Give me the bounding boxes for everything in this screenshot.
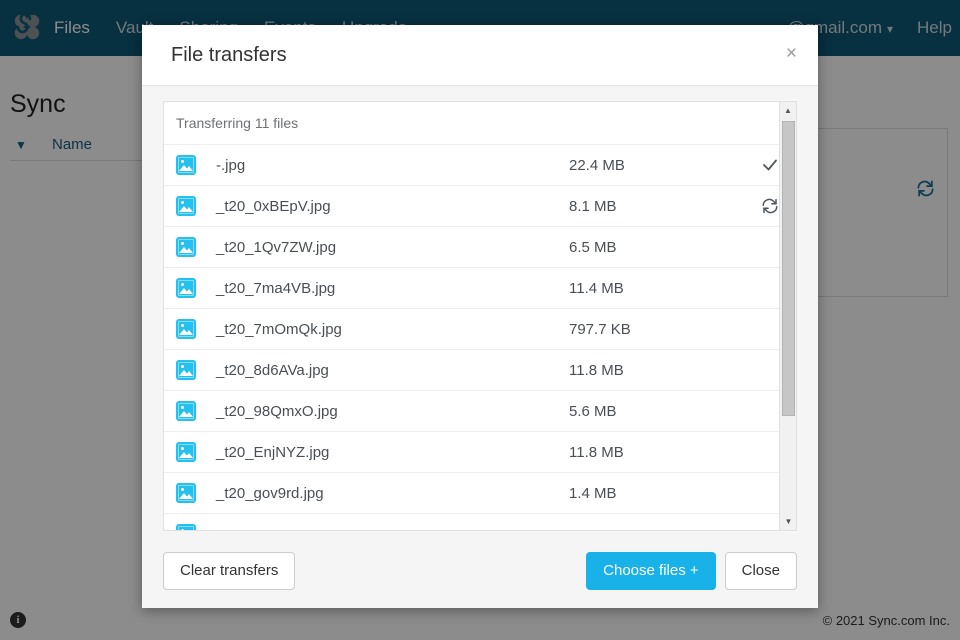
transfer-list: Transferring 11 files -.jpg22.4 MB_t20_0…: [163, 101, 797, 531]
list-scrollbar[interactable]: ▲ ▼: [779, 102, 796, 530]
transfer-file-size: 797.7 KB: [569, 321, 744, 338]
footer-button-group: Choose files + Close: [586, 552, 797, 590]
transfer-file-size: 11.4 MB: [569, 280, 744, 297]
transfer-row[interactable]: -.jpg22.4 MB: [164, 145, 796, 186]
transfer-file-size: 5.6 MB: [569, 403, 744, 420]
image-file-icon: [176, 278, 196, 298]
transfer-row[interactable]: _t20_7mOmQk.jpg797.7 KB: [164, 309, 796, 350]
transfer-file-size: 8.1 MB: [569, 198, 744, 215]
transfer-file-size: 11.8 MB: [569, 362, 744, 379]
file-transfers-modal: File transfers × Transferring 11 files -…: [142, 25, 818, 608]
transfer-file-size: 1.4 MB: [569, 485, 744, 502]
image-file-icon: [176, 237, 196, 257]
transfer-file-name: _t20_1Qv7ZW.jpg: [196, 239, 569, 256]
app-root: Files Vault Sharing Events Upgrade ...@g…: [0, 0, 960, 640]
image-file-icon: [176, 401, 196, 421]
transfer-row[interactable]: _t20_98QmxO.jpg5.6 MB: [164, 391, 796, 432]
image-file-icon: [176, 319, 196, 339]
scroll-up-icon[interactable]: ▲: [780, 102, 796, 119]
modal-footer: Clear transfers Choose files + Close: [142, 533, 818, 608]
transfer-file-name: _t20_0xBEpV.jpg: [196, 198, 569, 215]
close-button[interactable]: Close: [725, 552, 797, 590]
transfer-row[interactable]: _t20_gov9rd.jpg1.4 MB: [164, 473, 796, 514]
image-file-icon: [176, 442, 196, 462]
choose-files-button[interactable]: Choose files +: [586, 552, 715, 590]
transfer-row-partial[interactable]: [164, 514, 796, 530]
transfer-file-size: 22.4 MB: [569, 157, 744, 174]
modal-header: File transfers ×: [142, 25, 818, 86]
transfer-file-name: _t20_7ma4VB.jpg: [196, 280, 569, 297]
image-file-icon: [176, 155, 196, 175]
image-file-icon: [176, 483, 196, 503]
transfer-file-size: 6.5 MB: [569, 239, 744, 256]
transfer-file-name: _t20_gov9rd.jpg: [196, 485, 569, 502]
scrollbar-thumb[interactable]: [782, 121, 795, 416]
transfer-file-size: 11.8 MB: [569, 444, 744, 461]
transfer-progress-bar: [164, 222, 796, 226]
transfer-row[interactable]: _t20_8d6AVa.jpg11.8 MB: [164, 350, 796, 391]
modal-title: File transfers: [171, 44, 287, 67]
transfer-row[interactable]: _t20_0xBEpV.jpg8.1 MB: [164, 186, 796, 227]
transfer-file-name: _t20_EnjNYZ.jpg: [196, 444, 569, 461]
transfer-file-name: _t20_8d6AVa.jpg: [196, 362, 569, 379]
image-file-icon: [176, 524, 196, 530]
transfer-rows: -.jpg22.4 MB_t20_0xBEpV.jpg8.1 MB_t20_1Q…: [164, 145, 796, 530]
transfer-row[interactable]: _t20_1Qv7ZW.jpg6.5 MB: [164, 227, 796, 268]
transfer-file-name: _t20_98QmxO.jpg: [196, 403, 569, 420]
scrollbar-track[interactable]: [782, 121, 795, 513]
image-file-icon: [176, 360, 196, 380]
modal-body: Transferring 11 files -.jpg22.4 MB_t20_0…: [142, 86, 818, 533]
close-icon[interactable]: ×: [781, 41, 802, 66]
clear-transfers-button[interactable]: Clear transfers: [163, 552, 295, 590]
image-file-icon: [176, 196, 196, 216]
transfer-status-text: Transferring 11 files: [164, 102, 796, 145]
transfer-file-name: _t20_7mOmQk.jpg: [196, 321, 569, 338]
transfer-file-name: -.jpg: [196, 157, 569, 174]
transfer-row[interactable]: _t20_EnjNYZ.jpg11.8 MB: [164, 432, 796, 473]
transfer-row[interactable]: _t20_7ma4VB.jpg11.4 MB: [164, 268, 796, 309]
scroll-down-icon[interactable]: ▼: [780, 513, 797, 530]
